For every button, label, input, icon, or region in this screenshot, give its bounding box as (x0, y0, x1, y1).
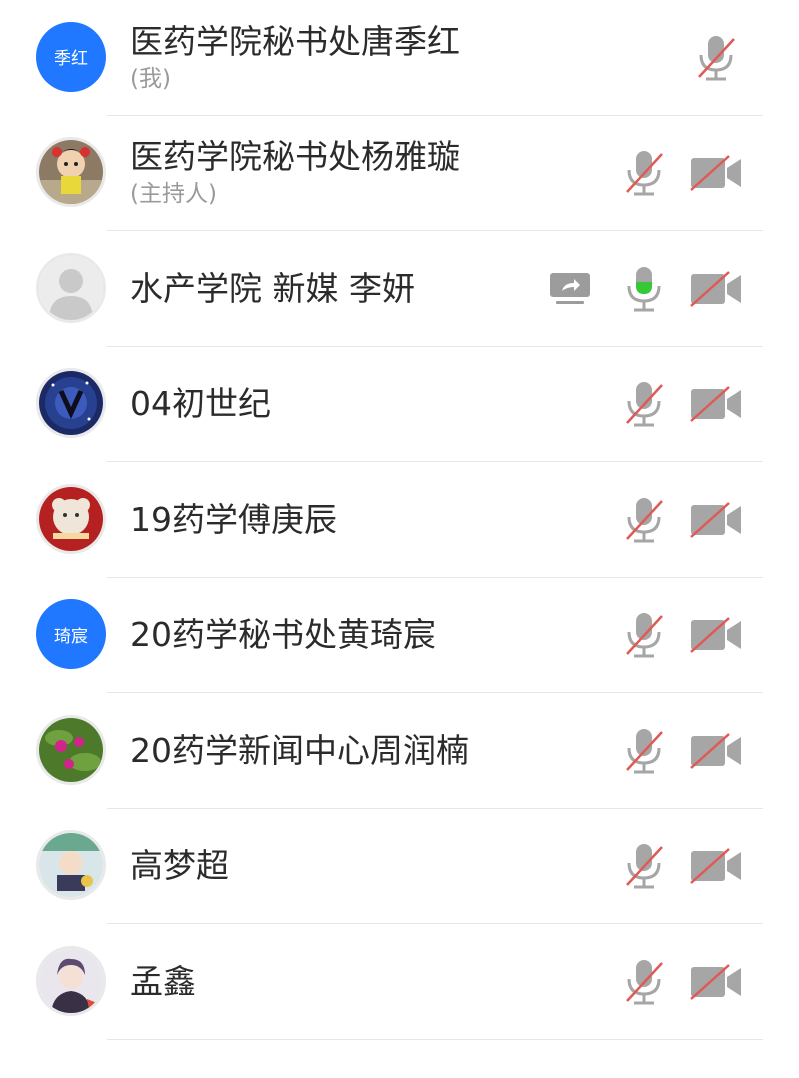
participant-info: 20药学新闻中心周润楠 (130, 693, 469, 809)
screen-share-icon[interactable] (542, 263, 598, 315)
row-divider (107, 1038, 763, 1040)
participant-name: 20药学新闻中心周润楠 (130, 730, 469, 770)
participant-role: (主持人) (130, 181, 217, 208)
participant-info: 孟鑫 (130, 924, 196, 1040)
participant-name: 医药学院秘书处唐季红 (130, 21, 460, 61)
participant-info: 高梦超 (130, 809, 229, 925)
participant-row[interactable]: 医药学院秘书处杨雅璇 (主持人) (0, 116, 799, 232)
participant-name: 高梦超 (130, 846, 229, 886)
camera-off-icon[interactable] (688, 494, 744, 546)
camera-off-icon[interactable] (688, 609, 744, 661)
camera-off-icon[interactable] (688, 147, 744, 199)
avatar (36, 830, 106, 901)
participant-row[interactable]: 高梦超 (0, 809, 799, 925)
camera-off-icon[interactable] (688, 956, 744, 1008)
mic-muted-icon[interactable] (616, 378, 672, 430)
camera-off-icon[interactable] (688, 263, 744, 315)
participant-name: 医药学院秘书处杨雅璇 (130, 137, 460, 177)
participant-row[interactable]: 孟鑫 (0, 924, 799, 1040)
mic-muted-icon[interactable] (616, 725, 672, 777)
participant-row[interactable]: 水产学院 新媒 李妍 (0, 231, 799, 347)
participant-role: (我) (130, 65, 171, 92)
participant-row[interactable]: 19药学傅庚辰 (0, 462, 799, 578)
avatar (36, 945, 106, 1016)
mic-muted-icon[interactable] (616, 494, 672, 546)
participant-name: 20药学秘书处黄琦宸 (130, 615, 436, 655)
participant-info: 20药学秘书处黄琦宸 (130, 578, 436, 694)
participant-name: 孟鑫 (130, 961, 196, 1001)
avatar (36, 368, 106, 439)
camera-off-icon[interactable] (688, 840, 744, 892)
participant-row[interactable]: 20药学新闻中心周润楠 (0, 693, 799, 809)
mic-active-icon[interactable] (616, 263, 672, 315)
mic-muted-icon[interactable] (616, 609, 672, 661)
mic-muted-icon[interactable] (616, 147, 672, 199)
participant-row[interactable]: 季红 医药学院秘书处唐季红 (我) (0, 0, 799, 116)
camera-off-icon[interactable] (688, 725, 744, 777)
mic-muted-icon[interactable] (616, 840, 672, 892)
avatar (36, 483, 106, 554)
participant-info: 医药学院秘书处唐季红 (我) (130, 0, 460, 116)
avatar: 季红 (36, 21, 106, 92)
participant-list: 季红 医药学院秘书处唐季红 (我) 医药学院秘书处杨雅璇 (主持人) 水产学院 … (0, 0, 799, 1040)
participant-info: 04初世纪 (130, 347, 271, 463)
mic-muted-icon[interactable] (616, 956, 672, 1008)
camera-off-icon[interactable] (688, 378, 744, 430)
avatar (36, 252, 106, 323)
avatar (36, 137, 106, 208)
avatar (36, 714, 106, 785)
participant-name: 19药学傅庚辰 (130, 499, 337, 539)
participant-row[interactable]: 琦宸 20药学秘书处黄琦宸 (0, 578, 799, 694)
participant-info: 水产学院 新媒 李妍 (130, 231, 415, 347)
participant-name: 水产学院 新媒 李妍 (130, 268, 415, 308)
participant-row[interactable]: 04初世纪 (0, 347, 799, 463)
participant-name: 04初世纪 (130, 384, 271, 424)
avatar: 琦宸 (36, 599, 106, 670)
mic-muted-icon[interactable] (688, 32, 744, 84)
participant-info: 19药学傅庚辰 (130, 462, 337, 578)
participant-info: 医药学院秘书处杨雅璇 (主持人) (130, 116, 460, 232)
